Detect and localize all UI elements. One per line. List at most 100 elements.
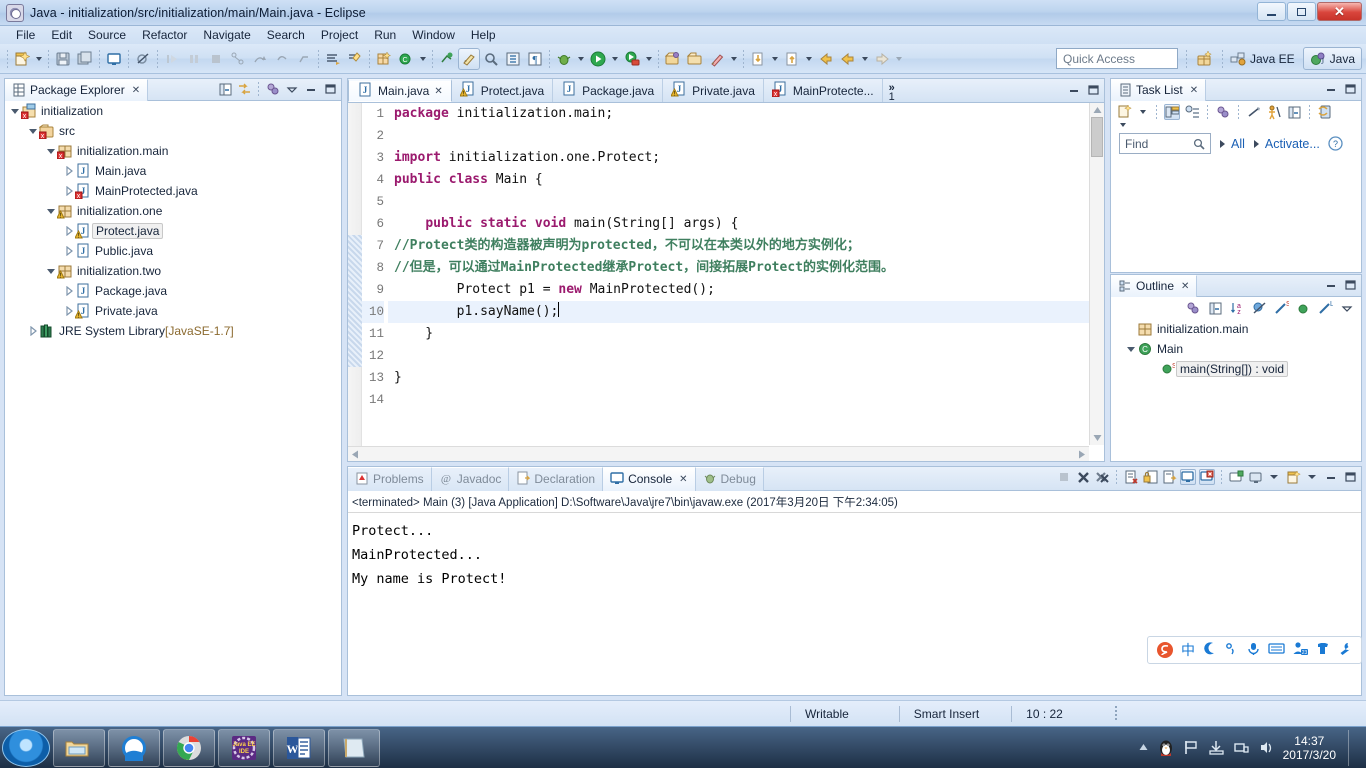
outline-view-menu-icon[interactable]	[1339, 300, 1355, 316]
microphone-icon[interactable]	[1246, 641, 1261, 659]
remove-console-icon[interactable]	[1075, 469, 1091, 485]
menu-edit[interactable]: Edit	[43, 27, 80, 43]
scroll-left-icon[interactable]	[350, 449, 361, 463]
chevron-down-icon[interactable]	[45, 266, 57, 276]
previous-annotation-dropdown-icon[interactable]	[772, 56, 778, 61]
filter-all-label[interactable]: All	[1231, 137, 1245, 151]
hide-public-icon[interactable]	[1295, 300, 1311, 316]
chevron-down-icon[interactable]	[27, 126, 39, 136]
tab-task-list[interactable]: Task List ✕	[1111, 78, 1207, 101]
save-all-icon[interactable]	[74, 48, 96, 70]
chevron-right-icon[interactable]	[63, 186, 75, 196]
word-icon[interactable]: W	[273, 728, 325, 767]
chevron-right-icon[interactable]	[27, 326, 39, 336]
chevron-right-icon[interactable]	[63, 306, 75, 316]
close-icon[interactable]: ✕	[132, 85, 140, 96]
maximize-button[interactable]	[1287, 2, 1316, 21]
filter-completed-icon[interactable]	[1246, 104, 1262, 120]
notepad-icon[interactable]	[328, 728, 380, 767]
qq-penguin-icon[interactable]	[1157, 739, 1175, 757]
maximize-panel-icon[interactable]	[1342, 81, 1358, 97]
action-center-icon[interactable]	[1208, 739, 1225, 756]
outline-tree[interactable]: initialization.main C Main Smain(String[]) …	[1111, 319, 1361, 379]
sogou-logo-icon[interactable]	[1156, 641, 1174, 659]
chevron-right-icon[interactable]	[63, 246, 75, 256]
chevron-right-icon[interactable]	[63, 226, 75, 236]
run-external-dropdown-icon[interactable]	[646, 56, 652, 61]
degree-icon[interactable]	[1224, 641, 1239, 659]
volume-icon[interactable]	[1258, 739, 1275, 756]
chevron-right-icon[interactable]	[63, 286, 75, 296]
sort-icon[interactable]: az	[1229, 300, 1245, 316]
editor-vertical-scrollbar[interactable]	[1089, 103, 1104, 445]
open-folder-icon[interactable]	[684, 48, 706, 70]
run-dropdown-icon[interactable]	[612, 56, 618, 61]
paint-icon[interactable]	[706, 48, 728, 70]
bottom-tab-problems[interactable]: Problems	[348, 466, 432, 491]
editor-horizontal-scrollbar[interactable]	[348, 446, 1089, 461]
expand-arrow-icon[interactable]	[1219, 139, 1227, 149]
display-selected-console-icon[interactable]	[1180, 469, 1196, 485]
open-type-icon[interactable]	[322, 48, 344, 70]
menu-help[interactable]: Help	[463, 27, 504, 43]
open-task-icon[interactable]	[344, 48, 366, 70]
collapse-all-icon[interactable]	[1286, 104, 1302, 120]
code-line[interactable]	[388, 191, 1104, 213]
minimize-console-icon[interactable]	[1323, 469, 1339, 485]
expand-arrow-icon[interactable]	[1253, 139, 1261, 149]
help-icon[interactable]: ?	[1328, 136, 1343, 151]
synchronize-changed-icon[interactable]	[1317, 104, 1333, 120]
view-menu-presentation-icon[interactable]	[265, 81, 281, 97]
collapse-all-icon[interactable]	[1207, 300, 1223, 316]
maximize-panel-icon[interactable]	[1085, 82, 1101, 98]
tree-item[interactable]: ! initialization.two	[5, 261, 341, 281]
tree-item[interactable]: J! Private.java	[5, 301, 341, 321]
scroll-up-icon[interactable]	[1092, 105, 1103, 116]
focus-on-active-task-icon[interactable]	[1266, 104, 1282, 120]
browser-icon[interactable]	[108, 728, 160, 767]
editor-marker-gutter[interactable]	[348, 103, 362, 461]
collapse-all-icon[interactable]	[217, 81, 233, 97]
tree-item[interactable]: J Public.java	[5, 241, 341, 261]
next-annotation-icon[interactable]	[781, 48, 803, 70]
show-hidden-icon[interactable]	[1138, 742, 1149, 753]
maximize-panel-icon[interactable]	[1342, 277, 1358, 293]
menu-window[interactable]: Window	[404, 27, 463, 43]
menu-navigate[interactable]: Navigate	[195, 27, 258, 43]
chevron-down-icon[interactable]	[45, 206, 57, 216]
bottom-tab-declaration[interactable]: Declaration	[509, 466, 604, 491]
back-icon[interactable]	[837, 48, 859, 70]
run-icon[interactable]	[587, 48, 609, 70]
clear-console-icon[interactable]	[1123, 469, 1139, 485]
tree-item[interactable]: JRE System Library [JavaSE-1.7]	[5, 321, 341, 341]
editor-tab-overflow[interactable]: » 1	[883, 83, 901, 103]
remove-all-consoles-icon[interactable]	[1094, 469, 1110, 485]
back-history-icon[interactable]	[815, 48, 837, 70]
editor-text[interactable]: package initialization.main; import initi…	[388, 103, 1104, 461]
menu-refactor[interactable]: Refactor	[134, 27, 195, 43]
new-java-project-icon[interactable]	[373, 48, 395, 70]
new-task-dropdown-icon[interactable]	[1140, 110, 1146, 114]
scroll-down-icon[interactable]	[1092, 432, 1103, 443]
minimize-button[interactable]	[1257, 2, 1286, 21]
tree-item[interactable]: x initialization	[5, 101, 341, 121]
code-line[interactable]: public class Main {	[388, 169, 1104, 191]
next-annotation-dropdown-icon[interactable]	[806, 56, 812, 61]
code-line[interactable]: import initialization.one.Protect;	[388, 147, 1104, 169]
hide-static-icon[interactable]: S	[1273, 300, 1289, 316]
tree-item[interactable]: Jx MainProtected.java	[5, 181, 341, 201]
new-class-dropdown-icon[interactable]	[420, 56, 426, 61]
outline-item[interactable]: Smain(String[]) : void	[1111, 359, 1361, 379]
skip-breakpoints-icon[interactable]	[132, 48, 154, 70]
code-line[interactable]: p1.sayName();	[388, 301, 1104, 323]
code-line[interactable]: }	[388, 367, 1104, 389]
open-console-dropdown-icon[interactable]	[1266, 469, 1282, 485]
new-task-icon[interactable]	[1117, 104, 1133, 120]
maximize-panel-icon[interactable]	[322, 81, 338, 97]
show-whitespace-icon[interactable]: ¶	[524, 48, 546, 70]
package-presentation-icon[interactable]	[436, 48, 458, 70]
code-line[interactable]	[388, 389, 1104, 411]
skin-icon[interactable]	[1315, 641, 1331, 659]
new-wizard-icon[interactable]	[11, 48, 33, 70]
new-wizard-dropdown-icon[interactable]	[36, 56, 42, 61]
